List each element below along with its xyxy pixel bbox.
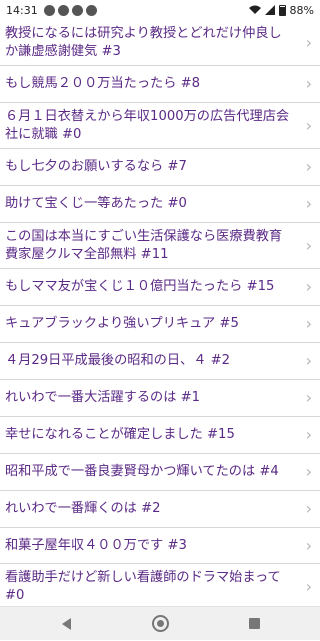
thread-title: れいわで一番輝くのは #2 xyxy=(5,501,161,516)
chevron-right-icon: › xyxy=(305,235,312,255)
thread-title: 和菓子屋年収４００万です #3 xyxy=(5,537,187,553)
thread-title: もし七夕のお願いするなら #7 xyxy=(5,159,187,174)
status-time: 14:31 xyxy=(6,3,38,17)
home-icon xyxy=(151,615,169,632)
thread-title: ４月29日平成最後の昭和の日、４ #2 xyxy=(5,353,231,368)
recent-apps-button[interactable] xyxy=(207,607,301,641)
notification-icon xyxy=(57,4,69,16)
thread-title: 教授になるには研究より教授とどれだけ仲良しか謙虚感謝健気 #3 xyxy=(5,25,282,59)
thread-title: ６月１日衣替えから年収1000万の広告代理店会社に就職 #0 xyxy=(5,108,290,142)
chevron-right-icon: › xyxy=(305,425,312,444)
notification-icon xyxy=(85,4,97,16)
battery-icon xyxy=(278,4,286,16)
thread-row[interactable]: もしママ友が宝くじ１０億円当たったら #15 › xyxy=(0,269,320,306)
battery-level: 88% xyxy=(289,3,314,17)
recent-apps-icon xyxy=(248,618,260,629)
thread-row[interactable]: 和菓子屋年収４００万です #3 › xyxy=(0,528,320,564)
chevron-right-icon: › xyxy=(305,351,312,370)
chevron-right-icon: › xyxy=(305,277,312,296)
chevron-right-icon: › xyxy=(305,194,312,213)
thread-title: 幸せになれることが確定しました #15 xyxy=(5,427,235,442)
back-button[interactable] xyxy=(19,607,113,641)
chevron-right-icon: › xyxy=(305,535,312,555)
thread-row[interactable]: 昭和平成で一番良妻賢母かつ輝いてたのは #4 › xyxy=(0,454,320,491)
thread-row[interactable]: この国は本当にすごい生活保護なら医療費教育費家屋クルマ全部無料 #11 › xyxy=(0,223,320,269)
notification-icon xyxy=(71,4,83,16)
status-notification-icons xyxy=(43,4,97,16)
thread-title: もし競馬２００万当たったら #8 xyxy=(5,76,201,91)
thread-row[interactable]: 助けて宝くじ一等あたった #0 › xyxy=(0,186,320,223)
thread-row[interactable]: 看護助手だけど新しい看護師のドラマ始まって #0 › xyxy=(0,564,320,606)
thread-row[interactable]: キュアブラックより強いプリキュア #5 › xyxy=(0,306,320,343)
signal-icon xyxy=(264,5,275,15)
chevron-right-icon: › xyxy=(305,32,312,52)
chevron-right-icon: › xyxy=(305,115,312,135)
thread-row[interactable]: ４月29日平成最後の昭和の日、４ #2 › xyxy=(0,343,320,380)
chevron-right-icon: › xyxy=(305,576,312,596)
thread-row[interactable]: もし七夕のお願いするなら #7 › xyxy=(0,149,320,186)
status-bar: 14:31 88% xyxy=(0,0,320,20)
notification-icon xyxy=(43,4,55,16)
thread-row[interactable]: れいわで一番大活躍するのは #1 › xyxy=(0,380,320,417)
thread-row[interactable]: ６月１日衣替えから年収1000万の広告代理店会社に就職 #0 › xyxy=(0,103,320,149)
thread-title: れいわで一番大活躍するのは #1 xyxy=(5,390,201,405)
thread-title: もしママ友が宝くじ１０億円当たったら #15 xyxy=(5,279,275,294)
thread-title: キュアブラックより強いプリキュア #5 xyxy=(5,316,239,331)
home-button[interactable] xyxy=(113,607,207,641)
thread-row[interactable]: 教授になるには研究より教授とどれだけ仲良しか謙虚感謝健気 #3 › xyxy=(0,20,320,66)
chevron-right-icon: › xyxy=(305,388,312,407)
thread-row[interactable]: 幸せになれることが確定しました #15 › xyxy=(0,417,320,454)
thread-title: 助けて宝くじ一等あたった #0 xyxy=(5,196,187,211)
thread-row[interactable]: もし競馬２００万当たったら #8 › xyxy=(0,66,320,103)
chevron-right-icon: › xyxy=(305,499,312,518)
chevron-right-icon: › xyxy=(305,462,312,481)
thread-title: 昭和平成で一番良妻賢母かつ輝いてたのは #4 xyxy=(5,464,279,479)
thread-title: 看護助手だけど新しい看護師のドラマ始まって #0 xyxy=(5,569,281,603)
thread-list[interactable]: 教授になるには研究より教授とどれだけ仲良しか謙虚感謝健気 #3 › もし競馬２００… xyxy=(0,20,320,606)
chevron-right-icon: › xyxy=(305,157,312,176)
thread-title: この国は本当にすごい生活保護なら医療費教育費家屋クルマ全部無料 #11 xyxy=(5,228,283,262)
navigation-bar xyxy=(0,606,320,640)
wifi-icon xyxy=(248,5,261,14)
back-icon xyxy=(61,617,71,630)
chevron-right-icon: › xyxy=(305,74,312,93)
chevron-right-icon: › xyxy=(305,314,312,333)
thread-row[interactable]: れいわで一番輝くのは #2 › xyxy=(0,491,320,528)
